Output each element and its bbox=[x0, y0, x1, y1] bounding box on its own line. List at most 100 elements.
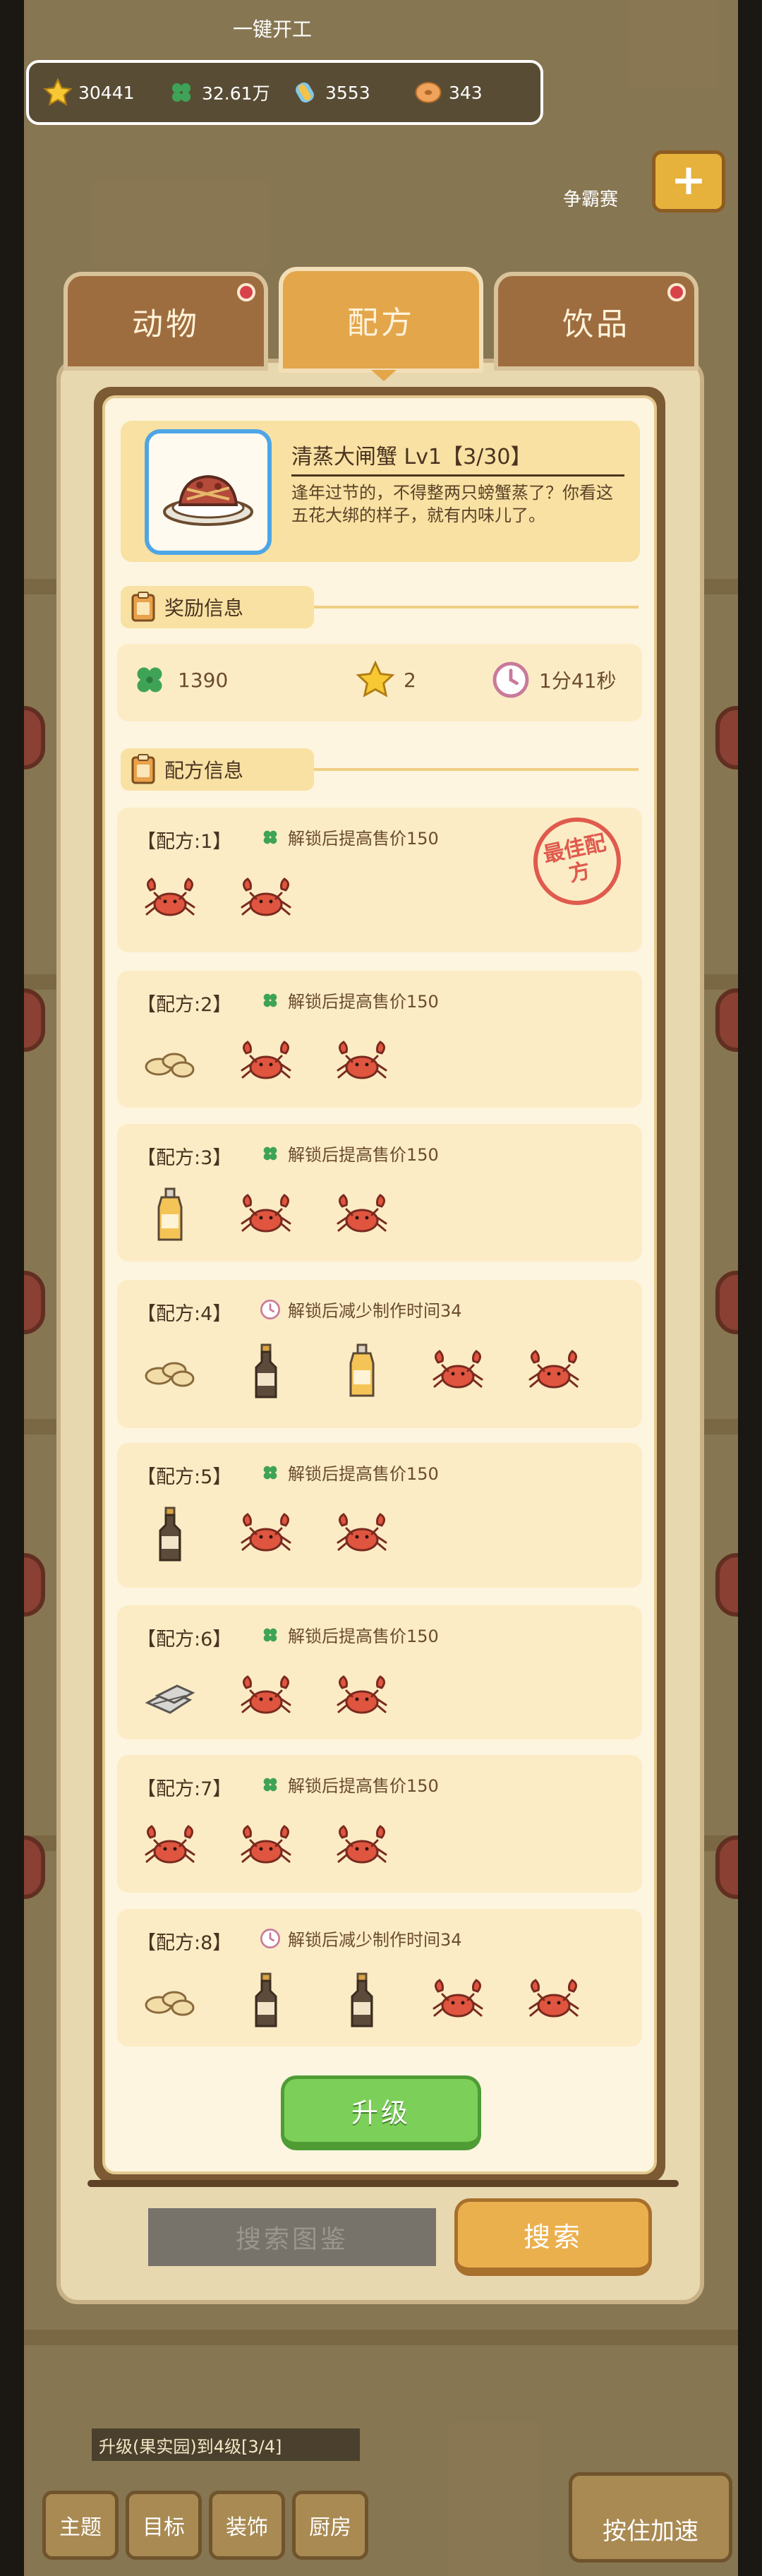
crab-icon bbox=[138, 1819, 202, 1875]
crab-icon bbox=[330, 1819, 394, 1875]
formula-label: 【配方:5】 bbox=[137, 1466, 232, 1488]
reward-section-rule bbox=[314, 606, 639, 609]
formula-card-2[interactable]: 【配方:2】 解锁后提高售价150 bbox=[117, 971, 642, 1108]
star-count: 30441 bbox=[78, 82, 135, 103]
reward-section-title: 奖励信息 bbox=[164, 597, 244, 620]
star-icon bbox=[354, 659, 397, 701]
resource-coins: 343 bbox=[412, 76, 536, 109]
hold-to-speed-button[interactable]: 按住加速 bbox=[569, 2472, 732, 2563]
reward-section-header: 奖励信息 bbox=[121, 586, 314, 628]
clover-icon bbox=[258, 1773, 282, 1797]
reward-clover-value: 1390 bbox=[178, 668, 229, 692]
nav-theme-button[interactable]: 主题 bbox=[42, 2491, 119, 2560]
clover-icon bbox=[258, 825, 282, 849]
crab-icon bbox=[426, 1972, 490, 2029]
resource-candy: 3553 bbox=[289, 76, 412, 109]
clover-icon bbox=[258, 1142, 282, 1166]
reward-time: 1分41秒 bbox=[490, 659, 616, 701]
soy-bottle-icon bbox=[138, 1506, 202, 1563]
soy-bottle-icon bbox=[234, 1972, 298, 2029]
formula-card-5[interactable]: 【配方:5】 解锁后提高售价150 bbox=[117, 1443, 642, 1588]
clover-icon bbox=[258, 1461, 282, 1485]
crab-icon bbox=[330, 1034, 394, 1091]
scroll-track bbox=[87, 2180, 679, 2187]
reward-clover: 1390 bbox=[128, 659, 228, 701]
search-button[interactable]: 搜索 bbox=[454, 2198, 652, 2276]
clock-icon bbox=[258, 1927, 282, 1951]
formula-card-3[interactable]: 【配方:3】 解锁后提高售价150 bbox=[117, 1124, 642, 1262]
tournament-label[interactable]: 争霸赛 bbox=[563, 185, 618, 211]
formula-card-4[interactable]: 【配方:4】 解锁后减少制作时间34 bbox=[117, 1280, 642, 1428]
tab-animals-label: 动物 bbox=[132, 306, 200, 342]
formula-label: 【配方:1】 bbox=[137, 831, 232, 853]
formula-unlock-note: 解锁后减少制作时间34 bbox=[258, 1297, 462, 1322]
upgrade-task-banner[interactable]: 升级(果实园)到4级[3/4] bbox=[92, 2428, 360, 2461]
tab-animals[interactable]: 动物 bbox=[64, 272, 268, 371]
clover-icon bbox=[128, 659, 171, 701]
formula-label: 【配方:3】 bbox=[137, 1147, 232, 1169]
tab-recipes[interactable]: 配方 bbox=[279, 267, 483, 373]
tab-animals-badge bbox=[237, 283, 255, 301]
formula-unlock-note: 解锁后提高售价150 bbox=[258, 988, 439, 1012]
formula-card-6[interactable]: 【配方:6】 解锁后提高售价150 bbox=[117, 1605, 642, 1739]
resource-bar: 30441 32.61万 3553 343 bbox=[26, 60, 543, 125]
tab-drinks[interactable]: 饮品 bbox=[494, 272, 698, 371]
crab-icon bbox=[234, 871, 298, 928]
nav-kitchen-button[interactable]: 厨房 bbox=[292, 2491, 368, 2560]
formula-card-8[interactable]: 【配方:8】 解锁后减少制作时间34 bbox=[117, 1909, 642, 2047]
resource-stars: 30441 bbox=[42, 76, 165, 109]
crab-icon bbox=[330, 1506, 394, 1563]
crab-icon bbox=[234, 1506, 298, 1563]
add-button[interactable]: + bbox=[652, 150, 725, 212]
reward-time-value: 1分41秒 bbox=[539, 669, 617, 693]
formula-unlock-note: 解锁后提高售价150 bbox=[258, 1141, 439, 1166]
formula-label: 【配方:8】 bbox=[137, 1932, 232, 1954]
formula-unlock-note: 解锁后减少制作时间34 bbox=[258, 1926, 462, 1951]
oil-bottle-icon bbox=[138, 1187, 202, 1244]
formula-label: 【配方:4】 bbox=[137, 1303, 232, 1325]
crab-icon bbox=[522, 1972, 586, 2029]
reward-star-value: 2 bbox=[404, 668, 416, 692]
formula-unlock-text: 解锁后提高售价150 bbox=[288, 1464, 439, 1484]
star-icon bbox=[42, 76, 74, 109]
crab-icon bbox=[234, 1819, 298, 1875]
formula-unlock-text: 解锁后减少制作时间34 bbox=[288, 1930, 462, 1950]
formula-unlock-note: 解锁后提高售价150 bbox=[258, 1622, 439, 1647]
crab-icon bbox=[426, 1343, 490, 1400]
active-tab-indicator bbox=[371, 370, 397, 381]
formula-section-header: 配方信息 bbox=[121, 748, 314, 791]
soy-bottle-icon bbox=[234, 1343, 298, 1400]
formula-card-1[interactable]: 【配方:1】 解锁后提高售价150 最佳配方 bbox=[117, 808, 642, 952]
formula-label: 【配方:7】 bbox=[137, 1778, 232, 1800]
clipboard-icon bbox=[131, 592, 155, 622]
formula-unlock-note: 解锁后提高售价150 bbox=[258, 1460, 439, 1485]
clover-icon bbox=[258, 988, 282, 1012]
clover-count: 32.61万 bbox=[202, 83, 270, 104]
crab-icon bbox=[138, 871, 202, 928]
crab-icon bbox=[330, 1187, 394, 1244]
nav-goals-button[interactable]: 目标 bbox=[126, 2491, 202, 2560]
one-click-start-label[interactable]: 一键开工 bbox=[233, 14, 312, 42]
search-catalog-field[interactable]: 搜索图鉴 bbox=[148, 2208, 436, 2266]
formula-unlock-text: 解锁后提高售价150 bbox=[288, 1776, 439, 1796]
formula-unlock-note: 解锁后提高售价150 bbox=[258, 825, 439, 849]
nav-decor-button[interactable]: 装饰 bbox=[209, 2491, 285, 2560]
formula-card-7[interactable]: 【配方:7】 解锁后提高售价150 bbox=[117, 1755, 642, 1893]
ginger-icon bbox=[138, 1343, 202, 1400]
best-formula-stamp: 最佳配方 bbox=[525, 809, 629, 913]
upgrade-button[interactable]: 升级 bbox=[281, 2075, 481, 2150]
reward-star: 2 bbox=[354, 659, 416, 701]
crab-icon bbox=[234, 1187, 298, 1244]
soy-bottle-icon bbox=[330, 1972, 394, 2029]
clover-icon bbox=[165, 76, 198, 109]
clover-icon bbox=[258, 1623, 282, 1647]
ginger-icon bbox=[138, 1972, 202, 2029]
formula-label: 【配方:6】 bbox=[137, 1629, 232, 1651]
steamed-crab-dish-icon bbox=[163, 474, 253, 526]
recipe-description: 逢年过节的，不得整两只螃蟹蒸了？你看这五花大绑的样子，就有内味儿了。 bbox=[291, 483, 613, 525]
dish-image bbox=[145, 429, 272, 555]
crab-icon bbox=[330, 1669, 394, 1725]
clipboard-icon bbox=[131, 754, 155, 784]
clock-icon bbox=[258, 1298, 282, 1322]
clock-icon bbox=[490, 659, 532, 701]
